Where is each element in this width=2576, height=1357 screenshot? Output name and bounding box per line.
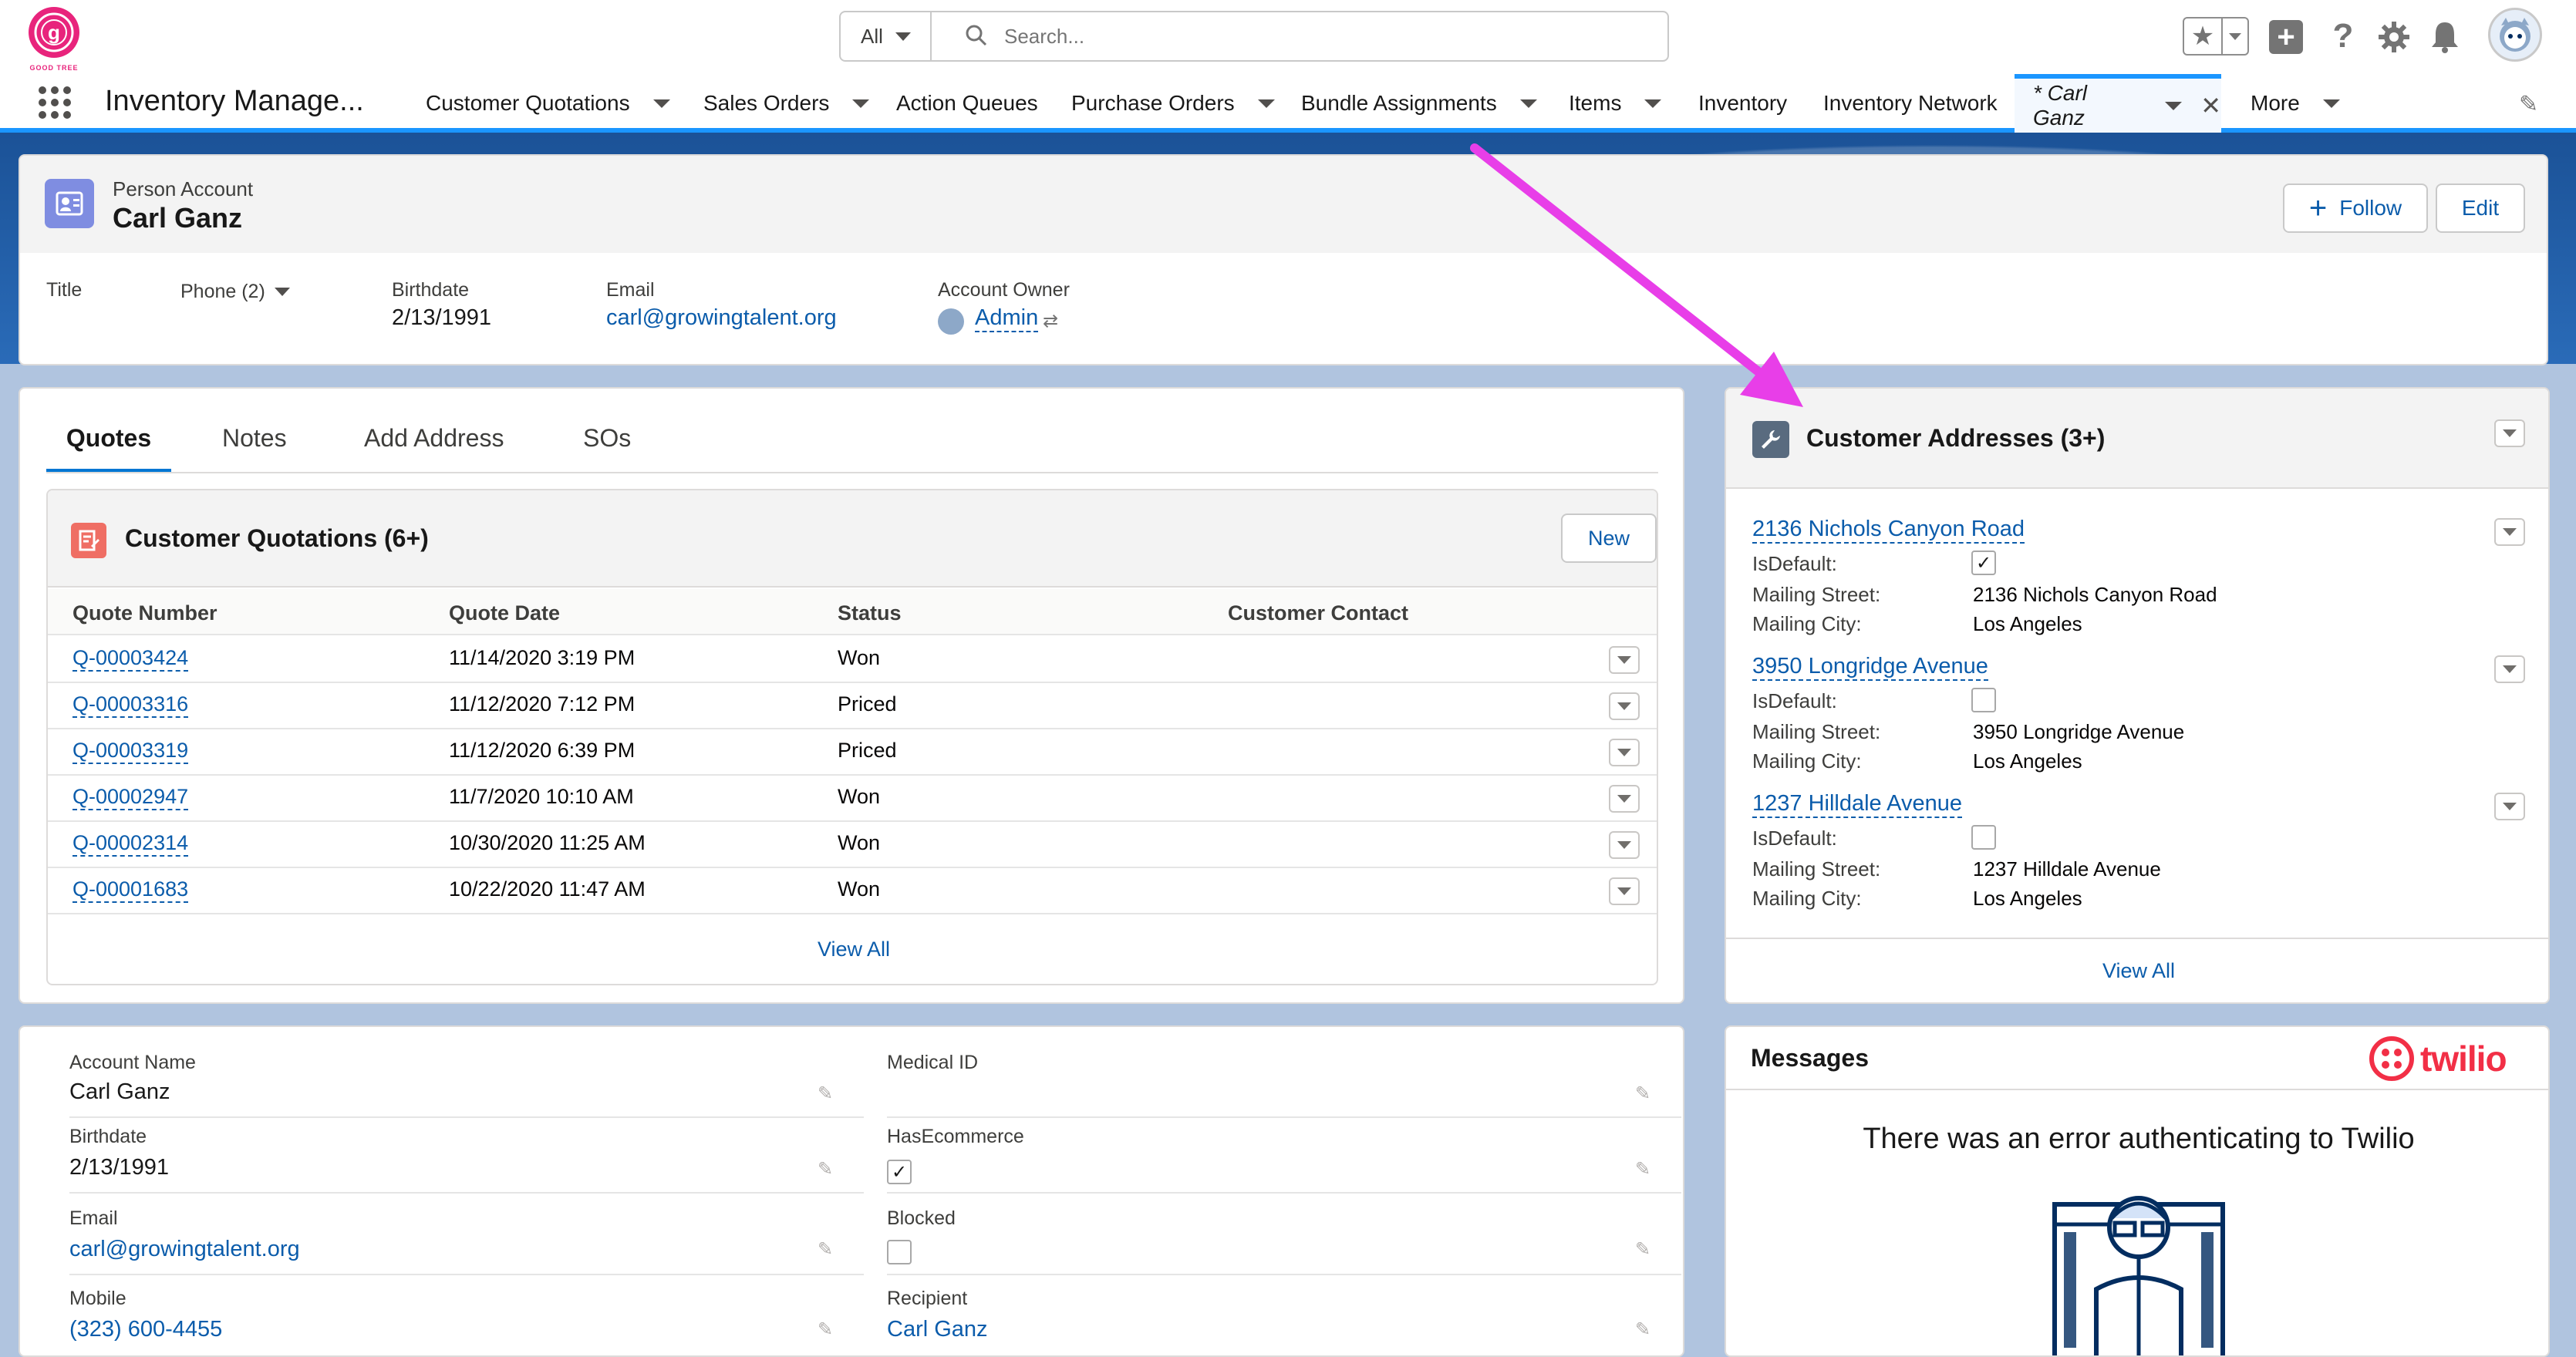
- annotation-arrow: [1470, 143, 1803, 407]
